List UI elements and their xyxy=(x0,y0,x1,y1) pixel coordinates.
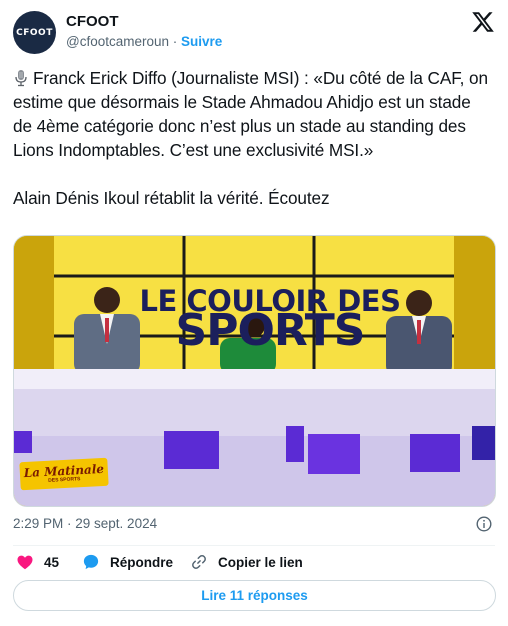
video-media[interactable]: LE COULOIR DES SPORTS La Matinale DES SP… xyxy=(13,235,496,507)
show-logo-badge: La Matinale DES SPORTS xyxy=(19,457,109,491)
tweet-paragraph-2: Alain Dénis Ikoul rétablit la vérité. Éc… xyxy=(13,188,330,208)
author-handle[interactable]: @cfootcameroun xyxy=(66,34,169,49)
reply-label: Répondre xyxy=(110,554,174,570)
like-button[interactable]: 45 xyxy=(16,553,59,571)
author-name[interactable]: CFOOT xyxy=(66,13,119,30)
copy-link-label: Copier le lien xyxy=(218,554,303,570)
separator-dot: · xyxy=(172,34,178,49)
divider xyxy=(13,545,495,546)
badge-subtitle: DES SPORTS xyxy=(48,476,81,484)
read-replies-button[interactable]: Lire 11 réponses xyxy=(13,580,496,611)
microphone-icon xyxy=(15,70,27,87)
avatar-logo-text: CFOOT xyxy=(16,27,53,38)
tweet-timestamp[interactable]: 2:29 PM · 29 sept. 2024 xyxy=(13,516,157,531)
action-bar: 45 Répondre Copier le lien xyxy=(0,553,508,575)
tweet-paragraph-1: Franck Erick Diffo (Journaliste MSI) : «… xyxy=(13,66,493,162)
tweet-card: CFOOT CFOOT @cfootcameroun · Suivre Fran… xyxy=(0,0,508,626)
copy-link-button[interactable]: Copier le lien xyxy=(190,553,303,571)
author-handle-row: @cfootcameroun · Suivre xyxy=(66,34,222,49)
show-title: LE COULOIR DES SPORTS xyxy=(120,287,420,356)
avatar[interactable]: CFOOT xyxy=(13,11,56,54)
show-title-line2: SPORTS xyxy=(175,305,366,356)
reply-button[interactable]: Répondre xyxy=(82,553,173,571)
link-icon xyxy=(192,555,206,569)
like-count: 45 xyxy=(44,554,60,570)
info-icon[interactable] xyxy=(476,516,492,532)
heart-icon xyxy=(17,555,33,570)
tweet-text: Franck Erick Diffo (Journaliste MSI) : «… xyxy=(13,66,493,210)
follow-button[interactable]: Suivre xyxy=(181,34,222,49)
tweet-paragraph-1-text: Franck Erick Diffo (Journaliste MSI) : «… xyxy=(13,68,488,160)
x-logo-icon[interactable] xyxy=(471,10,495,34)
speech-bubble-icon xyxy=(83,554,99,570)
